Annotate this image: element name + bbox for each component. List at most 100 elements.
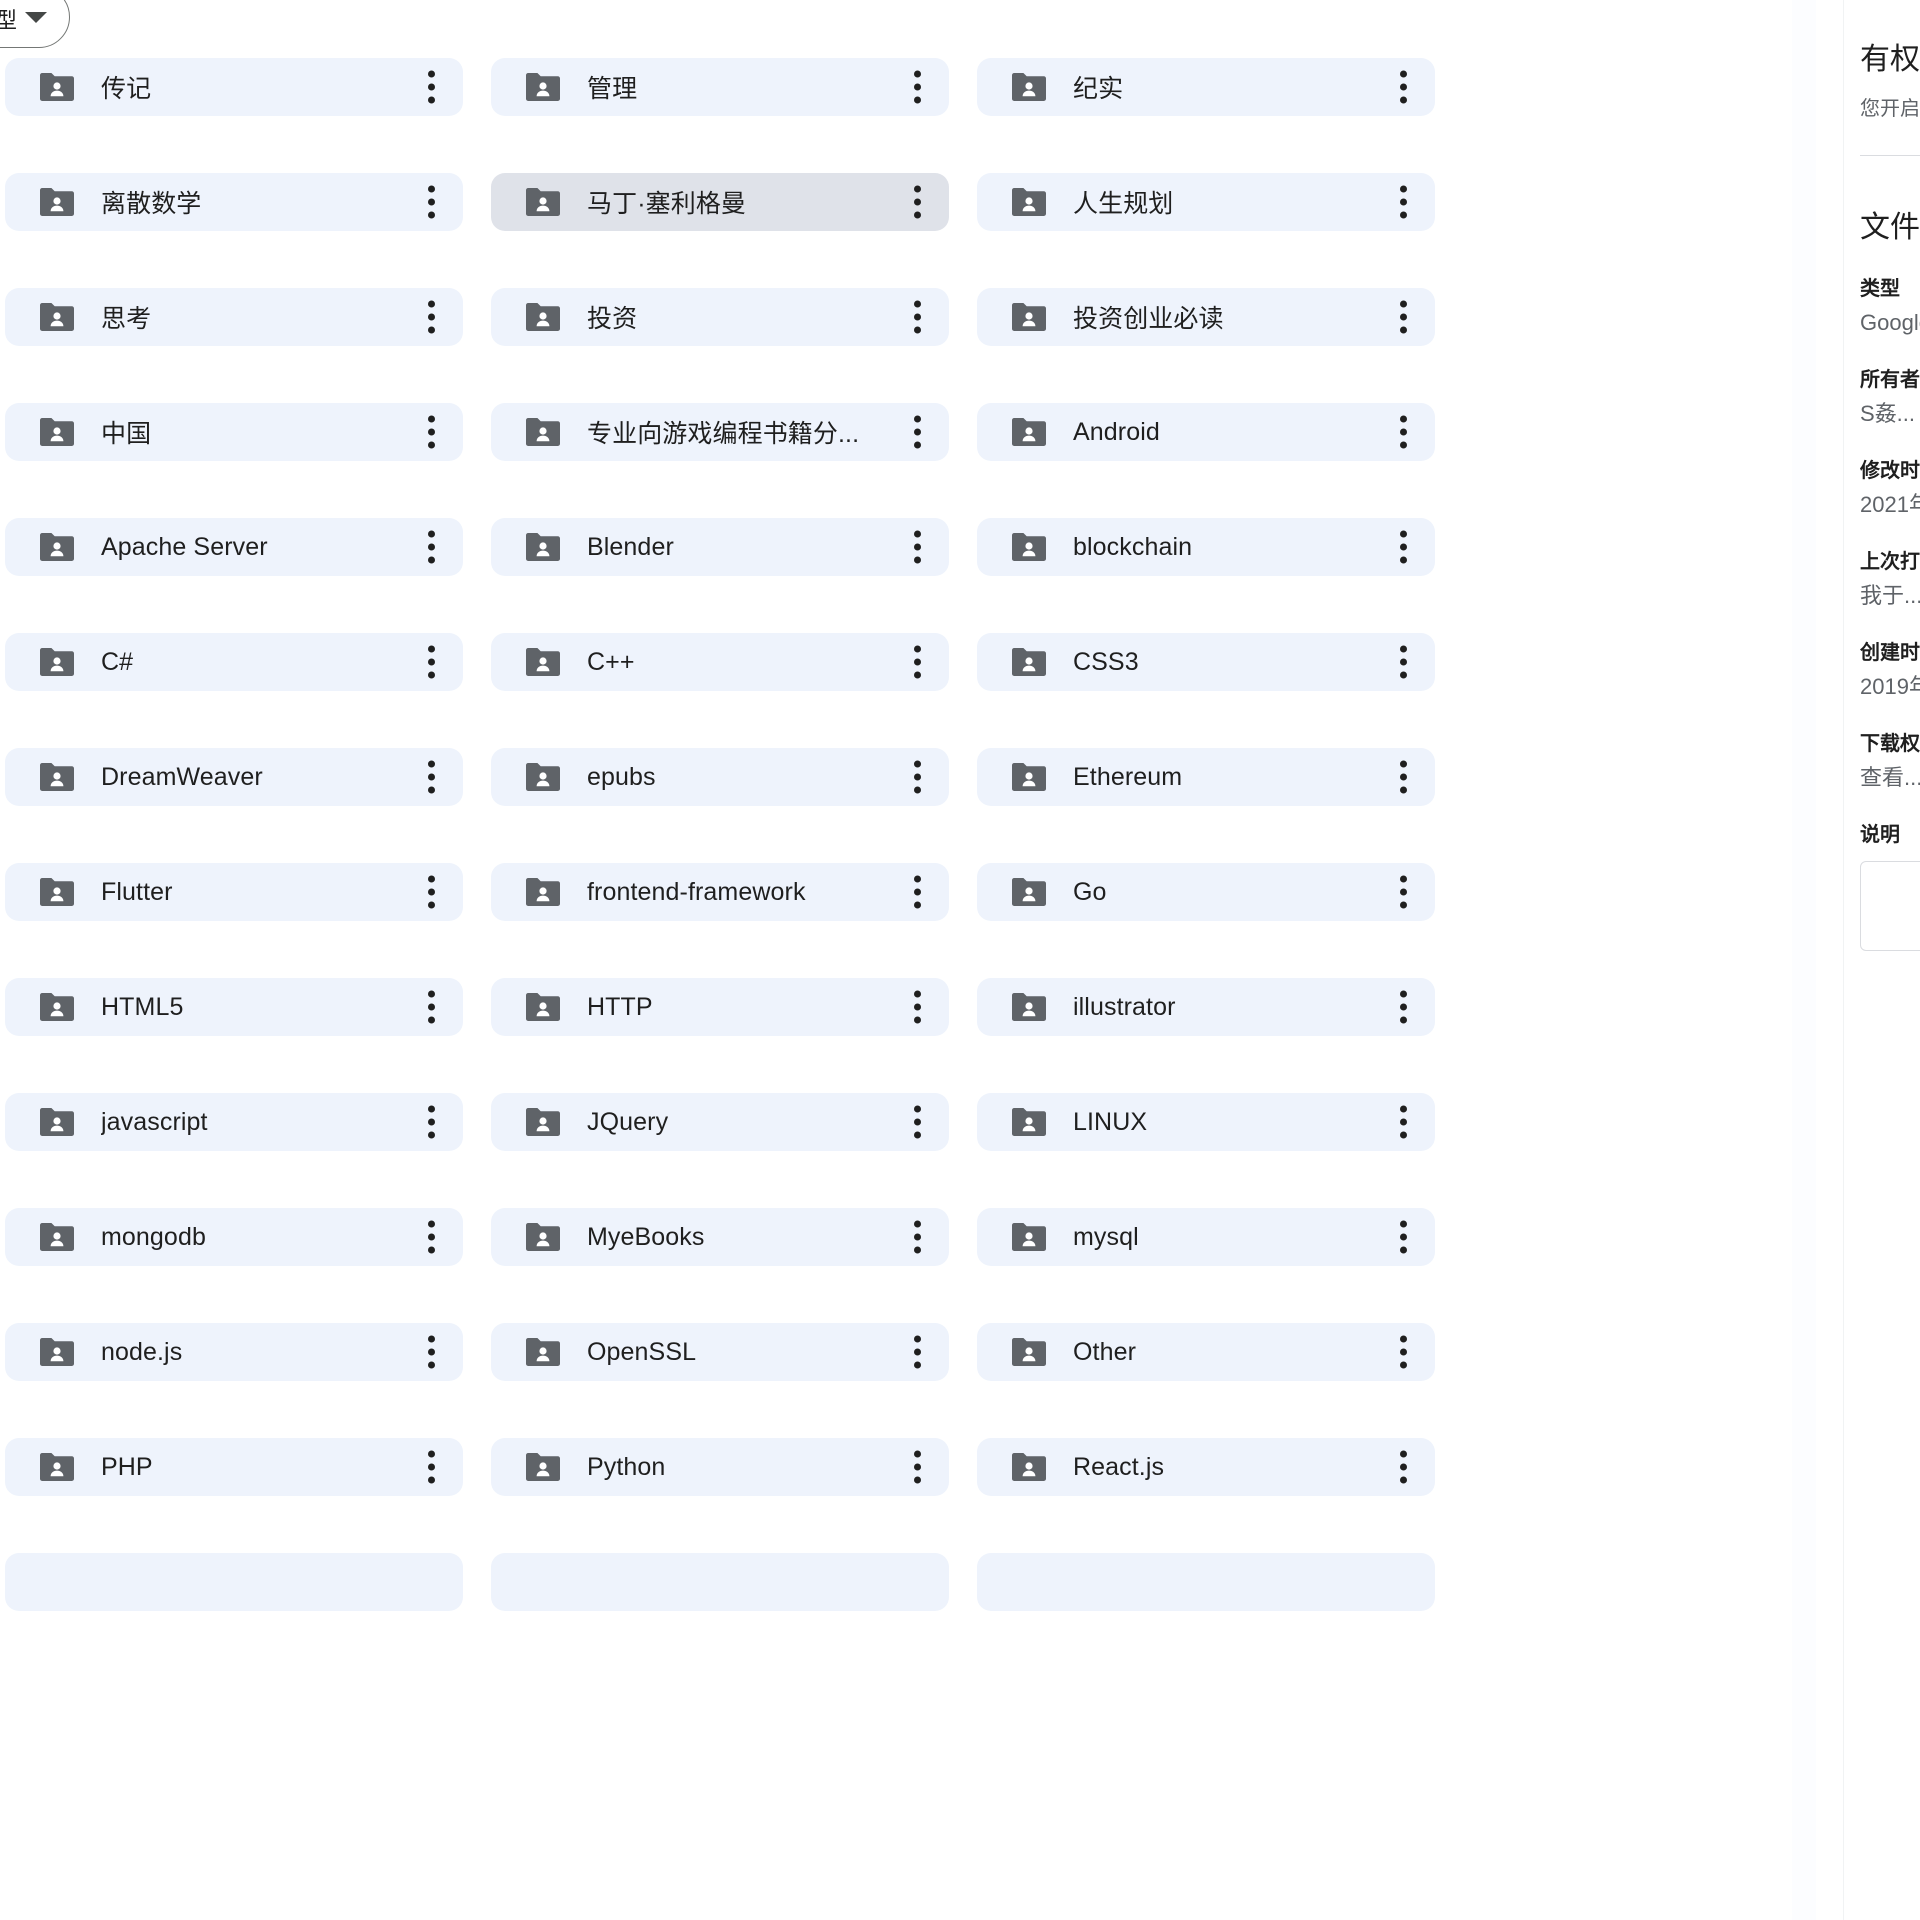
folder-grid-row: Flutter frontend-framework Go (5, 863, 1447, 921)
more-options-icon[interactable] (913, 875, 921, 909)
folder-grid-row: Apache Server Blender blockchain (5, 518, 1447, 576)
more-options-icon[interactable] (1399, 875, 1407, 909)
more-options-icon[interactable] (1399, 1220, 1407, 1254)
more-options-icon[interactable] (427, 645, 435, 679)
more-options-icon[interactable] (913, 990, 921, 1024)
more-options-icon[interactable] (913, 1220, 921, 1254)
folder-card[interactable]: mongodb (5, 1208, 463, 1266)
folder-grid-row: C# C++ CSS3 (5, 633, 1447, 691)
more-options-icon[interactable] (427, 415, 435, 449)
more-options-icon[interactable] (427, 1105, 435, 1139)
more-options-icon[interactable] (913, 300, 921, 334)
folder-grid-row: HTML5 HTTP illustrator (5, 978, 1447, 1036)
folder-card[interactable]: 投资创业必读 (977, 288, 1435, 346)
more-options-icon[interactable] (1399, 990, 1407, 1024)
file-meta-label: 上次打开时间 (1860, 551, 1920, 573)
more-options-icon[interactable] (1399, 1450, 1407, 1484)
folder-card[interactable]: 人生规划 (977, 173, 1435, 231)
more-options-icon[interactable] (427, 1335, 435, 1369)
folder-card[interactable]: HTML5 (5, 978, 463, 1036)
more-options-icon[interactable] (427, 185, 435, 219)
more-options-icon[interactable] (427, 530, 435, 564)
folder-card[interactable]: C++ (491, 633, 949, 691)
folder-card[interactable]: 离散数学 (5, 173, 463, 231)
more-options-icon[interactable] (427, 875, 435, 909)
folder-card[interactable]: Blender (491, 518, 949, 576)
more-options-icon[interactable] (913, 645, 921, 679)
folder-card[interactable]: Apache Server (5, 518, 463, 576)
more-options-icon[interactable] (427, 300, 435, 334)
shared-folder-icon (1009, 1107, 1047, 1137)
description-input[interactable] (1860, 861, 1920, 951)
more-options-icon[interactable] (913, 1335, 921, 1369)
more-options-icon[interactable] (427, 1220, 435, 1254)
shared-folder-icon (37, 762, 75, 792)
folder-card[interactable]: blockchain (977, 518, 1435, 576)
more-options-icon[interactable] (427, 990, 435, 1024)
more-options-icon[interactable] (913, 185, 921, 219)
folder-card-label: javascript (101, 1107, 208, 1136)
more-options-icon[interactable] (913, 1450, 921, 1484)
folder-card[interactable]: epubs (491, 748, 949, 806)
folder-card[interactable]: C# (5, 633, 463, 691)
folder-card[interactable]: CSS3 (977, 633, 1435, 691)
more-options-icon[interactable] (1399, 70, 1407, 104)
more-options-icon[interactable] (427, 1450, 435, 1484)
more-options-icon[interactable] (1399, 530, 1407, 564)
folder-card-label: MyeBooks (587, 1222, 705, 1251)
folder-card[interactable] (977, 1553, 1435, 1611)
folder-card[interactable]: 纪实 (977, 58, 1435, 116)
folder-card[interactable]: mysql (977, 1208, 1435, 1266)
folder-card[interactable]: Flutter (5, 863, 463, 921)
file-meta-label: 类型 (1860, 278, 1900, 300)
folder-card-label: LINUX (1073, 1107, 1148, 1136)
vertical-scrollbar-track[interactable] (1792, 0, 1816, 1920)
folder-card[interactable]: Other (977, 1323, 1435, 1381)
folder-card[interactable]: LINUX (977, 1093, 1435, 1151)
folder-card[interactable]: JQuery (491, 1093, 949, 1151)
more-options-icon[interactable] (1399, 1105, 1407, 1139)
folder-card[interactable]: Android (977, 403, 1435, 461)
more-options-icon[interactable] (427, 70, 435, 104)
folder-card[interactable]: 中国 (5, 403, 463, 461)
more-options-icon[interactable] (1399, 415, 1407, 449)
folder-card[interactable]: DreamWeaver (5, 748, 463, 806)
folder-card[interactable]: Ethereum (977, 748, 1435, 806)
more-options-icon[interactable] (1399, 760, 1407, 794)
more-options-icon[interactable] (1399, 645, 1407, 679)
type-filter-chip[interactable]: 类型 (0, 0, 70, 48)
folder-card[interactable]: 投资 (491, 288, 949, 346)
more-options-icon[interactable] (1399, 300, 1407, 334)
more-options-icon[interactable] (1399, 185, 1407, 219)
more-options-icon[interactable] (913, 760, 921, 794)
more-options-icon[interactable] (913, 530, 921, 564)
folder-card[interactable]: frontend-framework (491, 863, 949, 921)
folder-card[interactable]: node.js (5, 1323, 463, 1381)
folder-card[interactable]: illustrator (977, 978, 1435, 1036)
folder-card[interactable]: 管理 (491, 58, 949, 116)
folder-card[interactable]: 思考 (5, 288, 463, 346)
more-options-icon[interactable] (1399, 1335, 1407, 1369)
folder-grid-row: DreamWeaver epubs Ethereum (5, 748, 1447, 806)
folder-card-label: mongodb (101, 1222, 206, 1251)
more-options-icon[interactable] (913, 415, 921, 449)
folder-card[interactable]: HTTP (491, 978, 949, 1036)
folder-card[interactable]: Go (977, 863, 1435, 921)
folder-card[interactable]: javascript (5, 1093, 463, 1151)
folder-card[interactable]: 传记 (5, 58, 463, 116)
more-options-icon[interactable] (913, 1105, 921, 1139)
folder-card[interactable]: 专业向游戏编程书籍分... (491, 403, 949, 461)
folder-card[interactable]: OpenSSL (491, 1323, 949, 1381)
more-options-icon[interactable] (427, 760, 435, 794)
folder-card[interactable] (5, 1553, 463, 1611)
shared-folder-icon (37, 647, 75, 677)
more-options-icon[interactable] (913, 70, 921, 104)
folder-card[interactable]: Python (491, 1438, 949, 1496)
folder-card[interactable]: 马丁·塞利格曼 (491, 173, 949, 231)
folder-card[interactable]: React.js (977, 1438, 1435, 1496)
folder-card[interactable] (491, 1553, 949, 1611)
shared-folder-icon (523, 302, 561, 332)
folder-card[interactable]: PHP (5, 1438, 463, 1496)
folder-card[interactable]: MyeBooks (491, 1208, 949, 1266)
file-meta-value: 2019年 (1860, 674, 1920, 699)
